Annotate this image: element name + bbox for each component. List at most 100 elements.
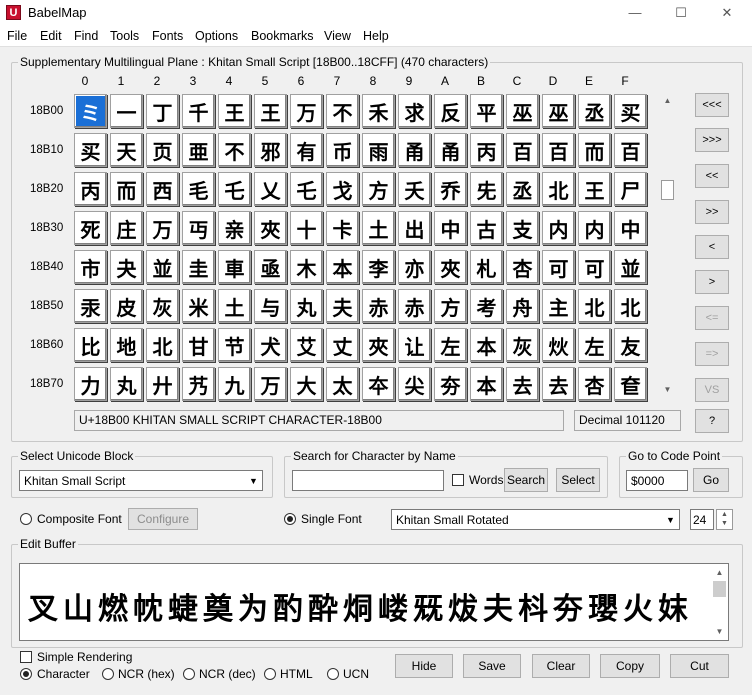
char-cell[interactable]: 北 [542,172,575,206]
char-cell[interactable]: 亟 [254,250,287,284]
char-cell[interactable]: 一 [110,94,143,128]
char-cell[interactable]: 求 [398,94,431,128]
cut-button[interactable]: Cut [670,654,729,678]
char-cell[interactable]: 可 [578,250,611,284]
char-cell[interactable]: 禾 [362,94,395,128]
char-cell[interactable]: 万 [254,367,287,401]
char-cell[interactable]: 杏 [578,367,611,401]
char-cell[interactable]: 札 [470,250,503,284]
configure-button[interactable]: Configure [128,508,198,530]
char-cell[interactable]: 市 [74,250,107,284]
char-cell[interactable]: 兂 [470,172,503,206]
next-page-button[interactable]: >> [695,200,729,224]
char-cell[interactable]: 让 [398,328,431,362]
char-cell[interactable]: 千 [182,94,215,128]
char-cell[interactable]: 去 [506,367,539,401]
char-cell[interactable]: 去 [542,367,575,401]
code-point-input[interactable]: $0000 [626,470,688,491]
char-cell[interactable]: 夲 [362,367,395,401]
char-cell[interactable]: 皮 [110,289,143,323]
char-cell[interactable]: 而 [578,133,611,167]
char-cell[interactable]: 友 [614,328,647,362]
scroll-up-icon[interactable]: ▲ [659,92,676,109]
char-cell[interactable]: 甬 [398,133,431,167]
char-cell[interactable]: 本 [470,328,503,362]
char-cell[interactable]: 不 [218,133,251,167]
char-cell[interactable]: 米 [182,289,215,323]
last-block-button[interactable]: >>> [695,128,729,152]
char-cell[interactable]: 巫 [542,94,575,128]
char-cell[interactable]: 乔 [434,172,467,206]
char-cell[interactable]: 古 [470,211,503,245]
minimize-button[interactable]: — [612,0,658,26]
char-cell[interactable]: 尖 [398,367,431,401]
char-cell[interactable]: 出 [398,211,431,245]
char-cell[interactable]: 百 [542,133,575,167]
char-cell[interactable]: 天 [110,133,143,167]
char-cell[interactable]: 夾 [254,211,287,245]
char-cell[interactable]: 方 [434,289,467,323]
char-cell[interactable]: 灰 [146,289,179,323]
composite-font-radio[interactable] [20,513,32,525]
char-cell[interactable]: 有 [290,133,323,167]
char-cell[interactable]: 与 [254,289,287,323]
char-cell[interactable]: 土 [362,211,395,245]
grid-scrollbar[interactable]: ▲ ▼ [659,92,676,398]
char-cell[interactable]: 赤 [398,289,431,323]
menu-tools[interactable]: Tools [110,29,139,43]
char-cell[interactable]: 王 [254,94,287,128]
single-font-radio[interactable] [284,513,296,525]
char-cell[interactable]: 並 [614,250,647,284]
copy-button[interactable]: Copy [600,654,660,678]
char-cell[interactable]: 尸 [614,172,647,206]
char-cell[interactable]: 支 [506,211,539,245]
char-cell[interactable]: 节 [218,328,251,362]
char-cell[interactable]: 亜 [182,133,215,167]
search-input[interactable] [292,470,444,491]
help-button[interactable]: ? [695,409,729,433]
char-cell[interactable]: 北 [146,328,179,362]
char-cell[interactable]: 亲 [218,211,251,245]
char-cell[interactable]: 百 [614,133,647,167]
char-cell[interactable]: 杏 [506,250,539,284]
char-cell[interactable]: 犬 [254,328,287,362]
char-cell[interactable]: 甘 [182,328,215,362]
go-button[interactable]: Go [693,468,729,492]
menu-fonts[interactable]: Fonts [152,29,183,43]
char-cell[interactable]: 木 [290,250,323,284]
char-cell[interactable]: 平 [470,94,503,128]
char-cell[interactable]: 灰 [506,328,539,362]
char-cell[interactable]: 不 [326,94,359,128]
char-cell[interactable]: 九 [218,367,251,401]
scroll-down-icon[interactable]: ▼ [711,623,728,640]
variation-selector-button[interactable]: VS [695,378,729,402]
char-cell[interactable]: 雨 [362,133,395,167]
char-cell[interactable]: 丸 [290,289,323,323]
char-cell[interactable]: 邪 [254,133,287,167]
next-char-button[interactable]: > [695,270,729,294]
char-cell[interactable]: 夫 [326,289,359,323]
char-cell[interactable]: 乇 [218,172,251,206]
menu-file[interactable]: File [7,29,27,43]
char-cell[interactable]: 死 [74,211,107,245]
char-cell[interactable]: 王 [578,172,611,206]
char-cell[interactable]: 炏 [542,328,575,362]
char-cell[interactable]: 夬 [110,250,143,284]
prev-mark-button[interactable]: <= [695,306,729,330]
scroll-down-icon[interactable]: ▼ [659,381,676,398]
menu-options[interactable]: Options [195,29,238,43]
char-cell[interactable]: ミ [74,94,107,128]
menu-edit[interactable]: Edit [40,29,62,43]
char-cell[interactable]: 方 [362,172,395,206]
char-cell[interactable]: 夯 [434,367,467,401]
char-cell[interactable]: 並 [146,250,179,284]
char-cell[interactable]: 西 [146,172,179,206]
search-button[interactable]: Search [504,468,548,492]
format-html-radio[interactable] [264,668,276,680]
spin-up-icon[interactable]: ▲ [717,510,732,519]
char-cell[interactable]: 北 [578,289,611,323]
char-cell[interactable]: 車 [218,250,251,284]
char-cell[interactable]: 可 [542,250,575,284]
char-cell[interactable]: 太 [326,367,359,401]
char-cell[interactable]: 舟 [506,289,539,323]
